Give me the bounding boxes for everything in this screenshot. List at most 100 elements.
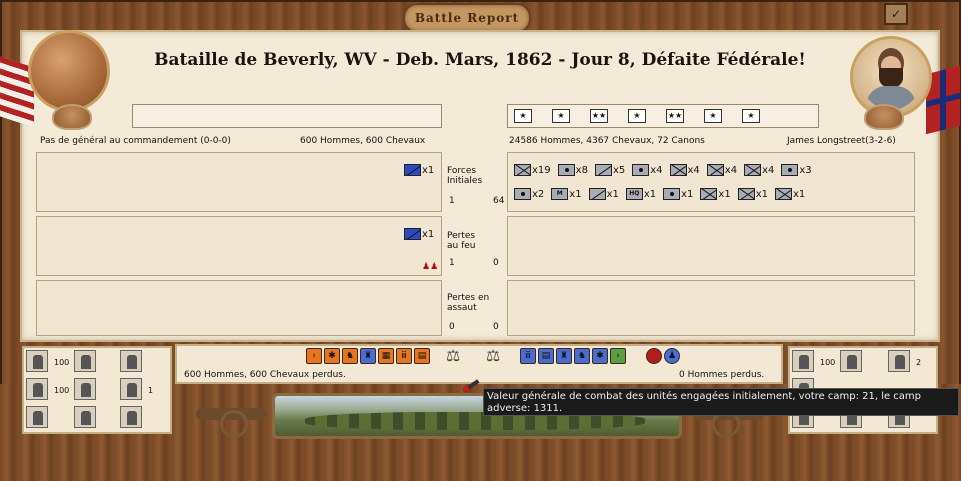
soldier-icon[interactable]: ♟: [664, 348, 680, 364]
unit-counter[interactable]: x8: [557, 164, 588, 176]
artillery-icon[interactable]: [26, 378, 48, 400]
artillery-icon[interactable]: [840, 350, 862, 372]
unit-counter[interactable]: x4: [669, 164, 700, 176]
artillery-icon: [632, 164, 650, 176]
troops-icon[interactable]: ⅲ: [520, 348, 536, 364]
union-commander: Pas de général au commandement (0-0-0): [40, 136, 231, 146]
initial-forces-label: Forces Initiales: [447, 166, 483, 186]
union-leaders-box: [132, 104, 442, 128]
unit-counter[interactable]: x4: [706, 164, 737, 176]
confederate-leaders-box: ★ ★ ★★ ★ ★★ ★ ★: [507, 104, 819, 128]
battle-title: Bataille de Beverly, WV - Deb. Mars, 186…: [154, 50, 806, 70]
battle-report-logo: Battle Report: [403, 3, 531, 33]
confederate-losses-summary: 0 Hommes perdus.: [679, 370, 765, 380]
blood-drop-icon[interactable]: [646, 348, 662, 364]
confederate-assault-box: [507, 280, 915, 336]
union-strength: 600 Hommes, 600 Chevaux: [300, 136, 426, 146]
cavalry-icon: [404, 164, 421, 176]
mouse-cursor-icon: [462, 378, 484, 394]
rank-badge[interactable]: ★: [628, 109, 646, 123]
cannon-icon: [196, 396, 278, 438]
initial-right-value: 64: [493, 196, 505, 206]
artillery-icon[interactable]: [74, 350, 96, 372]
artillery-fire-icon[interactable]: ✱: [324, 348, 340, 364]
confederate-initial-box: [507, 152, 915, 212]
assault-right-value: 0: [493, 322, 499, 332]
general-portrait[interactable]: [860, 42, 922, 110]
infantry-icon: [744, 164, 762, 176]
unit-counter[interactable]: x1: [663, 188, 693, 200]
infantry-icon: [706, 164, 724, 176]
engineer-icon: [557, 164, 575, 176]
union-fire-units: x1: [404, 228, 441, 240]
entrench-icon[interactable]: ▦: [378, 348, 394, 364]
unit-counter[interactable]: Mx1: [551, 188, 582, 200]
infantry-icon[interactable]: ♜: [556, 348, 572, 364]
rank-badge[interactable]: ★: [742, 109, 760, 123]
troops-icon[interactable]: [74, 406, 96, 428]
rank-badge[interactable]: ★: [552, 109, 570, 123]
unit-counter[interactable]: x5: [594, 164, 625, 176]
road-icon[interactable]: [74, 378, 96, 400]
defend-icon[interactable]: ›: [610, 348, 626, 364]
unit-counter[interactable]: x19: [514, 164, 551, 176]
unit-counter[interactable]: x4: [632, 164, 663, 176]
infantry-icon: [514, 164, 531, 176]
unit-counter[interactable]: x1: [774, 188, 805, 200]
confederate-initial-units-row2: x2 Mx1 x1 HQ x1 x1 x1 x1 x1: [514, 188, 812, 200]
unit-counter[interactable]: x4: [744, 164, 774, 176]
unit-counter[interactable]: x1: [404, 164, 434, 176]
artillery-icon: [669, 164, 687, 176]
fortify-icon[interactable]: ▤: [538, 348, 554, 364]
infantry-icon[interactable]: [26, 350, 48, 372]
artillery-fire-icon[interactable]: ✱: [592, 348, 608, 364]
union-stat-value: 100: [54, 386, 70, 395]
rank-badge[interactable]: ★: [514, 109, 532, 123]
infantry-icon: [700, 188, 718, 200]
cavalry-icon[interactable]: ♞: [574, 348, 590, 364]
unit-counter[interactable]: x1: [737, 188, 768, 200]
confederate-commander: James Longstreet(3-2-6): [787, 136, 896, 146]
union-stat-value: 1: [148, 386, 154, 395]
union-losses-summary: 600 Hommes, 600 Chevaux perdus.: [184, 370, 346, 380]
cavalry-icon: [594, 164, 612, 176]
fire-losses-label: Pertes au feu: [447, 231, 476, 251]
assault-left-value: 0: [449, 322, 455, 332]
troops-icon[interactable]: ⅲ: [396, 348, 412, 364]
hq-icon: HQ: [625, 188, 643, 200]
unit-counter[interactable]: x2: [514, 188, 544, 200]
assault-losses-label: Pertes en assaut: [447, 293, 490, 313]
rank-badge[interactable]: ★★: [666, 109, 684, 123]
cavalry-icon[interactable]: ♞: [342, 348, 358, 364]
rank-badge[interactable]: ★★: [590, 109, 608, 123]
unit-counter[interactable]: HQ x1: [625, 188, 656, 200]
infantry-icon[interactable]: [792, 350, 814, 372]
fortify-icon[interactable]: ▤: [414, 348, 430, 364]
fire-left-value: 1: [449, 258, 455, 268]
unit-counter[interactable]: x1: [588, 188, 619, 200]
union-fire-box: [36, 216, 442, 276]
unit-counter[interactable]: x1: [404, 228, 434, 240]
union-assault-box: [36, 280, 442, 336]
close-button[interactable]: ✓: [884, 3, 908, 25]
rank-badge[interactable]: ★: [704, 109, 722, 123]
soldier-icon[interactable]: [120, 350, 142, 372]
soldier-icon[interactable]: [120, 378, 142, 400]
charge-icon[interactable]: ›: [306, 348, 322, 364]
cavalry-icon: [404, 228, 421, 240]
union-initial-units: x1: [404, 164, 441, 176]
artillery-icon: [514, 188, 531, 200]
fire-right-value: 0: [493, 258, 499, 268]
unit-counter[interactable]: x3: [781, 164, 812, 176]
unit-counter[interactable]: x1: [700, 188, 731, 200]
soldier-icon[interactable]: [888, 350, 910, 372]
confederate-strength: 24586 Hommes, 4367 Chevaux, 72 Canons: [509, 136, 705, 146]
artillery-icon: [663, 188, 681, 200]
union-bell-icon: [52, 104, 92, 130]
union-initial-box: [36, 152, 442, 212]
initial-left-value: 1: [449, 196, 455, 206]
fort-icon[interactable]: [26, 406, 48, 428]
infantry-icon[interactable]: ♜: [360, 348, 376, 364]
running-soldier-icon[interactable]: [120, 406, 142, 428]
confederate-stat-value: 2: [916, 358, 922, 367]
